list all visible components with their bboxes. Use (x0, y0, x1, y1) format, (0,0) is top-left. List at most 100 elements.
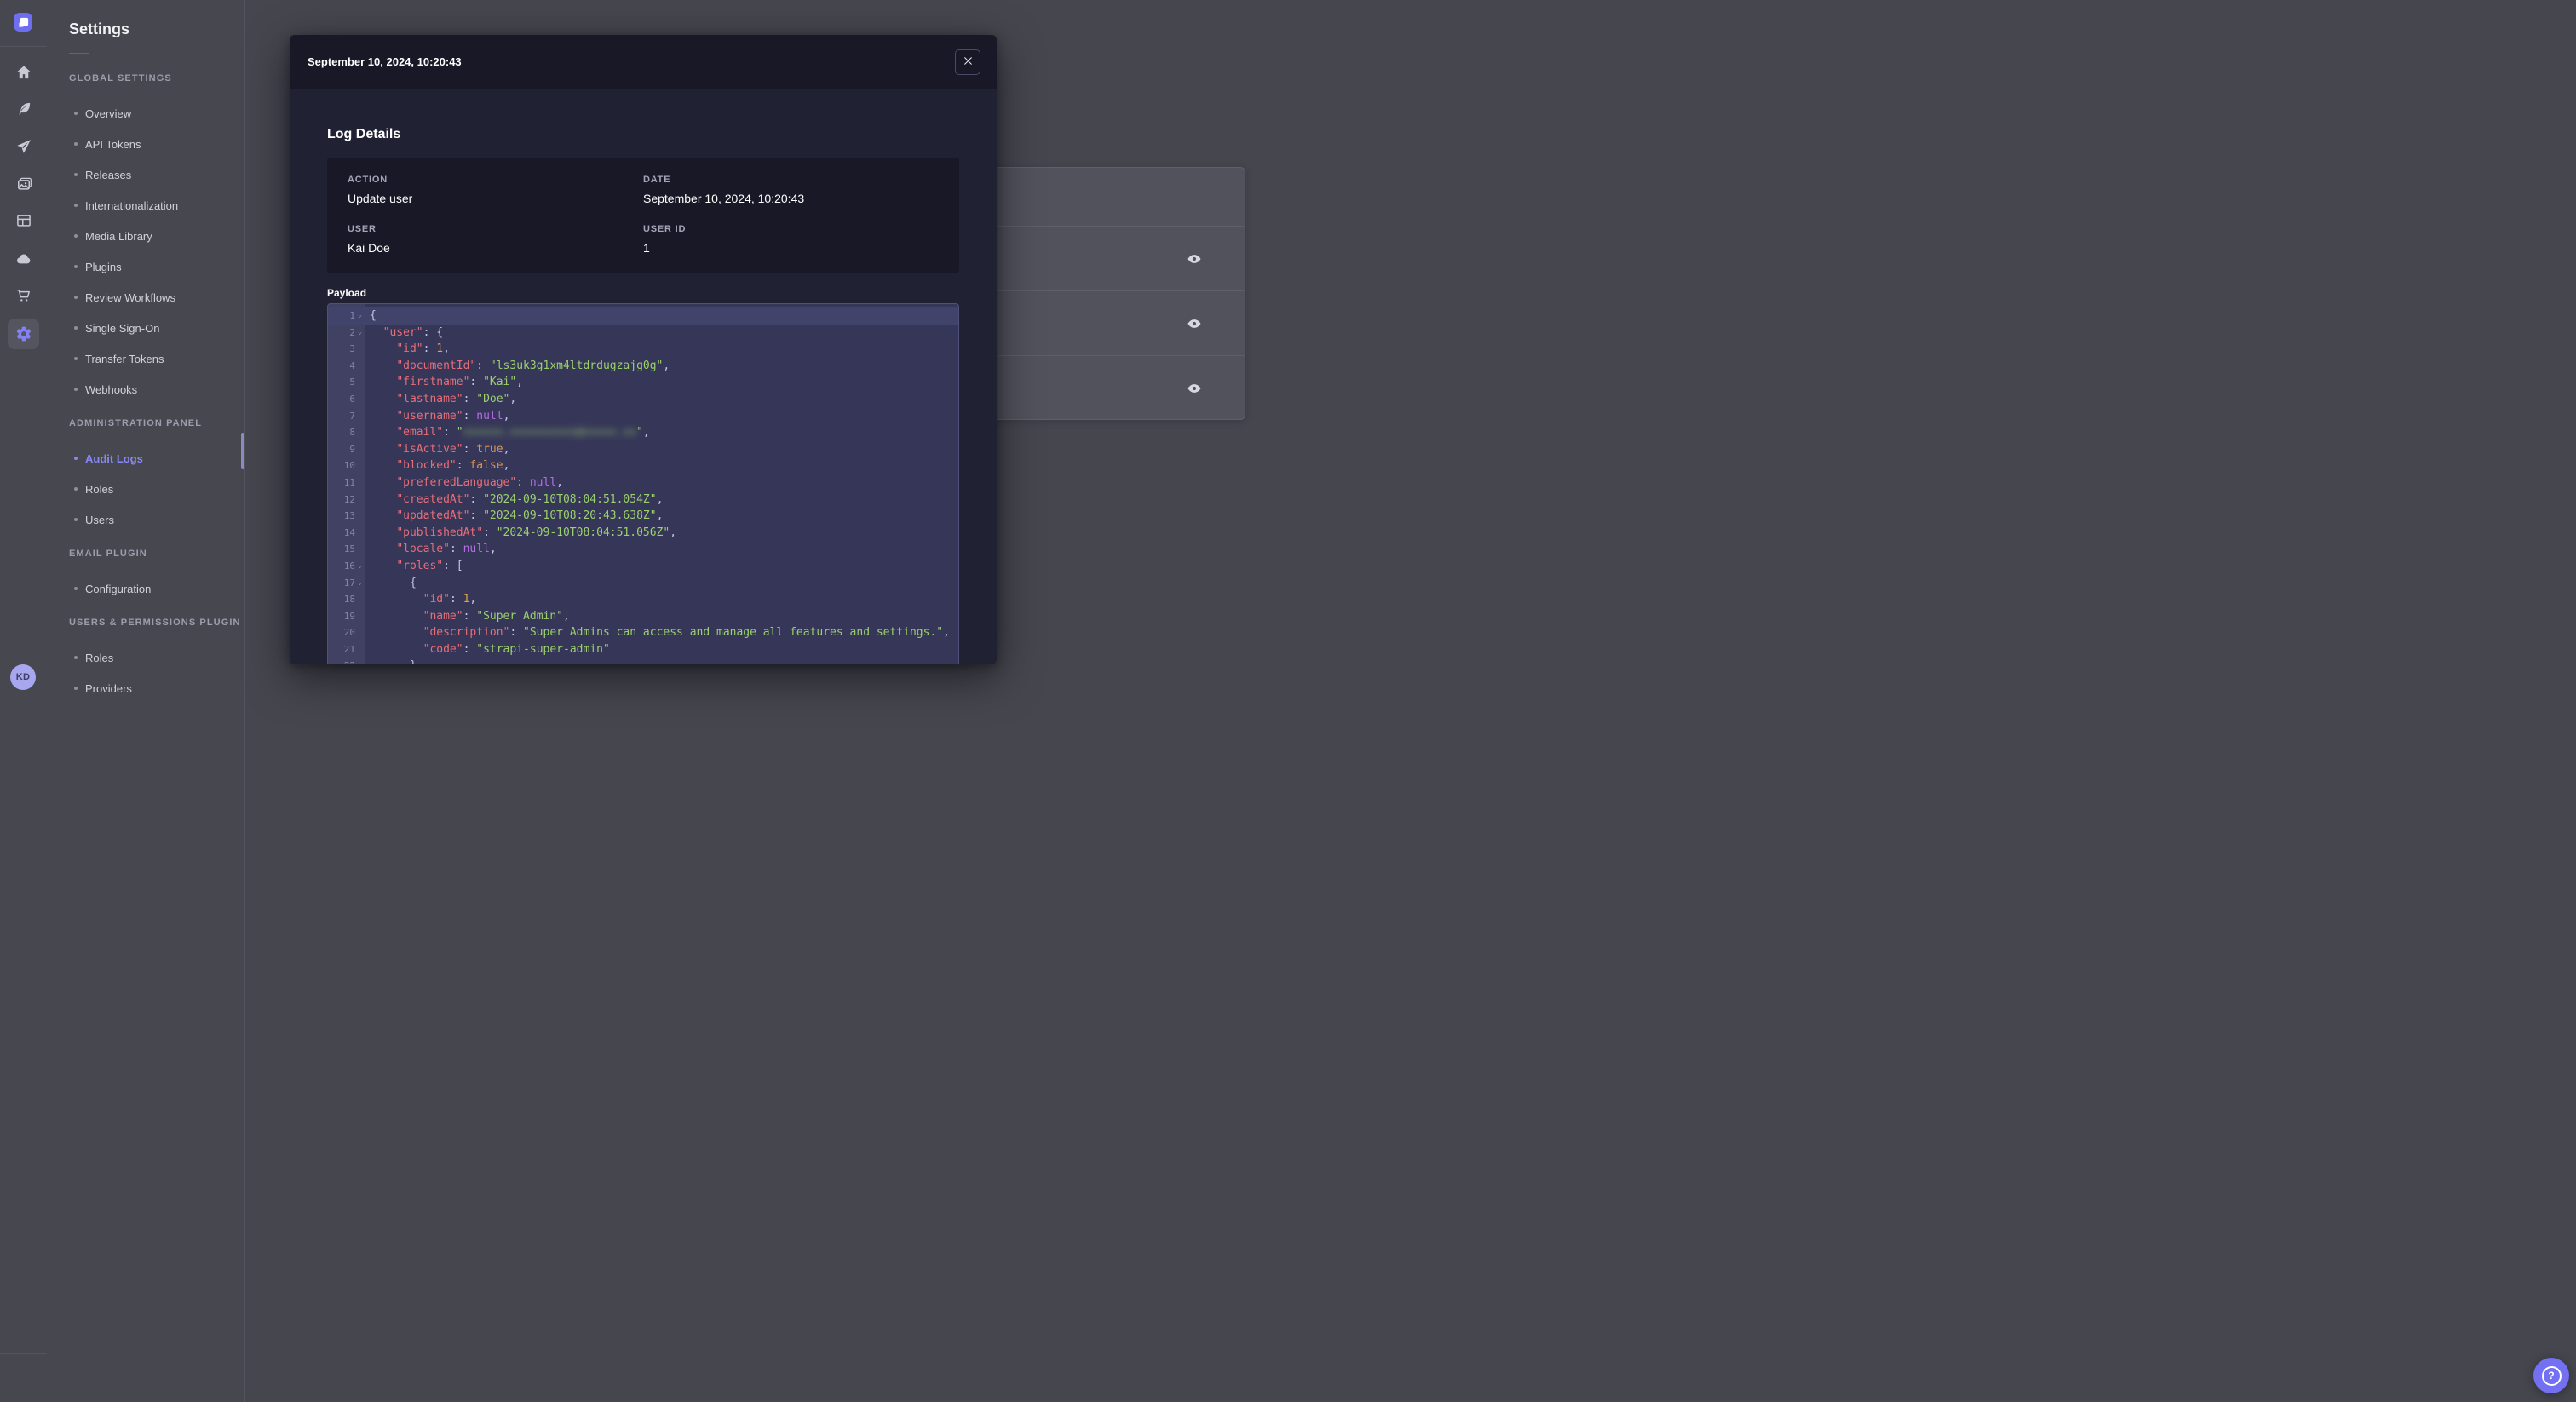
code-token: null (476, 409, 503, 422)
code-token: "documentId" (396, 359, 477, 372)
fold-chevron-down-icon[interactable]: ⌄ (355, 578, 365, 587)
code-token: : (509, 626, 524, 640)
code-line: 10 "blocked": false, (328, 457, 958, 474)
code-gutter: 18 (328, 591, 367, 608)
code-token: "2024-09-10T08:04:51.054Z" (483, 492, 657, 506)
code-token: "Super Admin" (476, 609, 563, 623)
code-gutter: 10 (328, 457, 367, 474)
code-token: : (476, 359, 490, 372)
detail-field: USER Kai Doe (348, 224, 643, 255)
code-token: { (370, 309, 377, 322)
code-token: , (516, 376, 524, 389)
fold-chevron-down-icon[interactable]: ⌄ (355, 328, 365, 336)
log-details-box: ACTION Update user DATE September 10, 2024,… (327, 158, 959, 273)
code-token: { (436, 325, 444, 339)
code-token: " (456, 426, 463, 440)
line-number: 21 (343, 643, 355, 655)
code-token: } (410, 659, 417, 664)
code-token: , (556, 475, 563, 489)
detail-field-value: September 10, 2024, 10:20:43 (643, 192, 805, 205)
code-token: " (636, 426, 643, 440)
code-line: 9 "isActive": true, (328, 441, 958, 458)
line-number: 19 (343, 610, 355, 622)
detail-field: DATE September 10, 2024, 10:20:43 (643, 175, 939, 205)
code-gutter: 11 (328, 474, 367, 491)
code-line-content: "roles": [ (367, 558, 463, 575)
detail-field-value: Update user (348, 192, 413, 205)
code-line-content: "isActive": true, (367, 441, 509, 458)
code-token: : (516, 475, 530, 489)
app-root: KD Settings GLOBAL SETTINGS Overview API T… (0, 0, 2576, 1402)
code-line-content: "user": { (367, 325, 443, 342)
detail-field: ACTION Update user (348, 175, 643, 205)
code-line: 7 "username": null, (328, 408, 958, 425)
fold-chevron-down-icon[interactable]: ⌄ (355, 312, 365, 319)
code-token: "id" (423, 593, 450, 606)
code-token: "id" (396, 342, 423, 356)
code-line: 6 "lastname": "Doe", (328, 391, 958, 408)
code-token: "publishedAt" (396, 526, 484, 539)
code-line: 20 "description": "Super Admins can acce… (328, 624, 958, 641)
code-token: "user" (382, 325, 423, 339)
redacted-email: xxxxxx.xxxxxxxxxx@xxxxx.xx (463, 426, 637, 440)
code-token: : (449, 593, 463, 606)
code-line-content: "documentId": "ls3uk3g1xm4ltdrdugzajg0g"… (367, 358, 670, 375)
code-token: , (670, 526, 677, 539)
code-token: : (469, 492, 484, 506)
modal-title: September 10, 2024, 10:20:43 (308, 55, 462, 68)
code-token: , (469, 593, 477, 606)
detail-field-label: USER ID (643, 224, 687, 234)
code-gutter: 14 (328, 525, 367, 542)
line-number: 7 (349, 410, 355, 422)
code-gutter: 17 ⌄ (328, 575, 367, 592)
code-line: 16 ⌄ "roles": [ (328, 558, 958, 575)
line-number: 18 (343, 594, 355, 606)
code-gutter: 8 (328, 424, 367, 441)
help-button[interactable]: ? (2533, 1358, 2569, 1393)
fold-chevron-down-icon[interactable]: ⌄ (355, 562, 365, 570)
code-line: 19 "name": "Super Admin", (328, 608, 958, 625)
detail-field-label: DATE (643, 175, 671, 185)
code-line-content: "firstname": "Kai", (367, 374, 523, 391)
code-line-content: "publishedAt": "2024-09-10T08:04:51.056Z… (367, 525, 676, 542)
code-line-content: "email": "xxxxxx.xxxxxxxxxx@xxxxx.xx", (367, 424, 650, 441)
code-token: : (483, 526, 497, 539)
code-token: : (423, 325, 437, 339)
code-token: : (456, 459, 470, 473)
line-number: 2 (349, 326, 355, 338)
code-token: : (463, 642, 477, 656)
code-token: "updatedAt" (396, 509, 470, 523)
code-token: , (663, 359, 670, 372)
code-gutter: 4 (328, 358, 367, 375)
code-line-content: "createdAt": "2024-09-10T08:04:51.054Z", (367, 491, 663, 509)
payload-code-block[interactable]: 1 ⌄{2 ⌄ "user": {3 "id": 1, 4 "documentId":… (327, 303, 959, 664)
code-line: 18 "id": 1, (328, 591, 958, 608)
code-token: , (656, 509, 664, 523)
code-line-content: "preferedLanguage": null, (367, 474, 563, 491)
code-gutter: 19 (328, 608, 367, 625)
code-token: null (463, 543, 490, 556)
line-number: 13 (343, 510, 355, 522)
code-token: , (642, 426, 650, 440)
code-gutter: 13 (328, 508, 367, 525)
code-gutter: 22 (328, 658, 367, 664)
close-button[interactable] (955, 49, 980, 75)
line-number: 11 (343, 476, 355, 488)
code-token: "Kai" (483, 376, 517, 389)
line-number: 10 (343, 460, 355, 472)
code-token: "username" (396, 409, 463, 422)
code-token: "createdAt" (396, 492, 470, 506)
line-number: 16 (343, 560, 355, 572)
close-icon (963, 55, 974, 69)
code-token: "Super Admins can access and manage all … (523, 626, 944, 640)
line-number: 20 (343, 627, 355, 639)
code-gutter: 15 (328, 541, 367, 558)
code-token: "strapi-super-admin" (476, 642, 610, 656)
code-line-content: "username": null, (367, 408, 509, 425)
code-line: 5 "firstname": "Kai", (328, 374, 958, 391)
payload-label: Payload (327, 287, 367, 299)
code-token: , (656, 492, 664, 506)
detail-field-label: USER (348, 224, 377, 234)
code-token: : (463, 392, 477, 405)
code-token: "ls3uk3g1xm4ltdrdugzajg0g" (489, 359, 664, 372)
